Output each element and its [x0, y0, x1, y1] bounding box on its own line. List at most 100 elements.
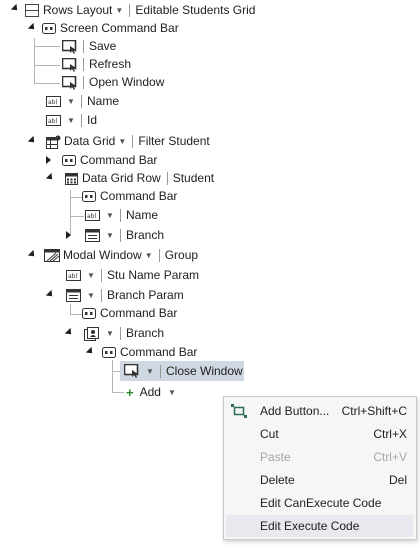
button-icon [62, 75, 78, 90]
tree-node-command-bar[interactable]: Command Bar [81, 187, 177, 206]
chevron-down-icon[interactable]: ▼ [66, 116, 76, 125]
node-caption: Student [172, 171, 215, 185]
menu-item-paste[interactable]: Paste Ctrl+V [226, 446, 413, 468]
chevron-down-icon[interactable]: ▼ [86, 271, 96, 280]
chevron-down-icon[interactable]: ▼ [105, 329, 115, 338]
tree-node-open-window[interactable]: Open Window [62, 73, 164, 92]
collapse-toggle[interactable] [27, 135, 38, 146]
node-label: Command Bar [80, 153, 158, 167]
chevron-down-icon[interactable]: ▼ [105, 231, 115, 240]
node-label: Open Window [89, 75, 165, 89]
tree-node-stu-name-param[interactable]: abl ▼ Stu Name Param [65, 266, 199, 285]
tree-node-id[interactable]: abl ▼ Id [45, 111, 97, 130]
tree-node-refresh[interactable]: Refresh [62, 55, 131, 74]
tree-node-branch-param[interactable]: ▼ Branch Param [65, 286, 184, 305]
command-bar-icon [61, 154, 77, 168]
data-grid-icon [45, 135, 61, 149]
node-label: Add [139, 385, 161, 399]
tree-node-save[interactable]: Save [62, 37, 116, 56]
tree-line [70, 304, 71, 314]
tree-node-branch[interactable]: ▼ Branch [84, 226, 164, 245]
chevron-down-icon[interactable]: ▼ [105, 211, 115, 220]
menu-item-label: Edit Execute Code [260, 519, 360, 533]
chevron-down-icon[interactable]: ▼ [167, 388, 177, 397]
node-label: Branch [126, 326, 165, 340]
node-label: Screen Command Bar [60, 21, 179, 35]
chevron-down-icon[interactable]: ▼ [114, 6, 124, 15]
tree-line [112, 392, 124, 393]
button-icon [62, 57, 78, 72]
separator [120, 327, 121, 340]
separator [120, 209, 121, 222]
tree-node-branch[interactable]: ▼ Branch [84, 324, 164, 343]
chevron-down-icon[interactable]: ▼ [144, 251, 154, 260]
modal-window-icon [44, 249, 60, 263]
tree-line [34, 83, 60, 84]
menu-item-label: Paste [260, 450, 291, 464]
menu-item-delete[interactable]: Delete Del [226, 469, 413, 491]
menu-item-edit-canexecute-code[interactable]: Edit CanExecute Code [226, 492, 413, 514]
tree-node-data-grid-row[interactable]: Data Grid Row Student [63, 169, 214, 188]
tree-node-command-bar[interactable]: Command Bar [101, 343, 197, 362]
node-label: Id [87, 113, 98, 127]
node-label: Command Bar [100, 306, 178, 320]
chevron-down-icon[interactable]: ▼ [117, 137, 127, 146]
separator [166, 172, 168, 185]
tree-line [112, 360, 113, 393]
menu-item-label: Delete [260, 473, 295, 487]
node-caption: Filter Student [138, 134, 210, 148]
chevron-down-icon[interactable]: ▼ [86, 291, 96, 300]
menu-item-shortcut: Del [388, 473, 407, 487]
tree-node-data-grid[interactable]: Data Grid ▼ Filter Student [45, 132, 210, 151]
collapse-toggle[interactable] [64, 327, 75, 338]
separator [132, 135, 134, 148]
expand-toggle[interactable] [66, 231, 74, 239]
menu-item-edit-execute-code[interactable]: Edit Execute Code [226, 515, 413, 537]
tree-node-command-bar[interactable]: Command Bar [61, 151, 157, 170]
separator [83, 58, 84, 71]
tree-node-command-bar[interactable]: Command Bar [81, 304, 177, 323]
expand-toggle[interactable] [46, 156, 54, 164]
collapse-toggle[interactable] [45, 172, 56, 183]
chevron-down-icon[interactable]: ▼ [145, 367, 155, 376]
separator [83, 40, 84, 53]
menu-item-add-button[interactable]: Add Button... Ctrl+Shift+C [226, 400, 413, 422]
menu-item-cut[interactable]: Cut Ctrl+X [226, 423, 413, 445]
collapse-toggle[interactable] [27, 249, 38, 260]
menu-item-label: Cut [260, 427, 279, 441]
node-label: Data Grid [64, 134, 116, 148]
separator [158, 249, 160, 262]
data-grid-row-icon [63, 172, 79, 186]
collapse-toggle[interactable] [10, 3, 21, 14]
tree-line [34, 38, 35, 84]
node-label: Branch Param [107, 288, 184, 302]
summary-icon [84, 326, 100, 341]
tree-node-rows-layout[interactable]: Rows Layout ▼ Editable Students Grid [24, 1, 255, 20]
separator [101, 289, 102, 302]
plus-icon: + [126, 385, 134, 400]
chevron-down-icon[interactable]: ▼ [66, 97, 76, 106]
add-button[interactable]: + Add ▼ [126, 383, 180, 402]
add-button-icon [231, 404, 247, 418]
command-bar-icon [81, 307, 97, 321]
separator [81, 114, 82, 127]
node-label: Name [87, 94, 120, 108]
svg-text:abl: abl [87, 213, 96, 220]
collapse-toggle[interactable] [45, 289, 56, 300]
tree-node-screen-command-bar[interactable]: Screen Command Bar [41, 19, 179, 38]
separator [120, 229, 121, 242]
collapse-toggle[interactable] [85, 346, 96, 357]
tree-node-name[interactable]: abl ▼ Name [45, 92, 119, 111]
tree-node-modal-window[interactable]: Modal Window ▼ Group [44, 246, 198, 265]
node-label: Save [89, 39, 117, 53]
button-icon [62, 39, 78, 54]
node-label: Command Bar [100, 189, 178, 203]
collapse-toggle[interactable] [27, 22, 38, 33]
context-menu: Add Button... Ctrl+Shift+C Cut Ctrl+X Pa… [223, 396, 417, 540]
separator [101, 269, 102, 282]
text-field-icon: abl [45, 95, 61, 109]
separator [81, 95, 82, 108]
tree-line [34, 46, 60, 47]
tree-node-name[interactable]: abl ▼ Name [84, 206, 158, 225]
tree-node-close-window[interactable]: ▼ Close Window [120, 361, 244, 381]
